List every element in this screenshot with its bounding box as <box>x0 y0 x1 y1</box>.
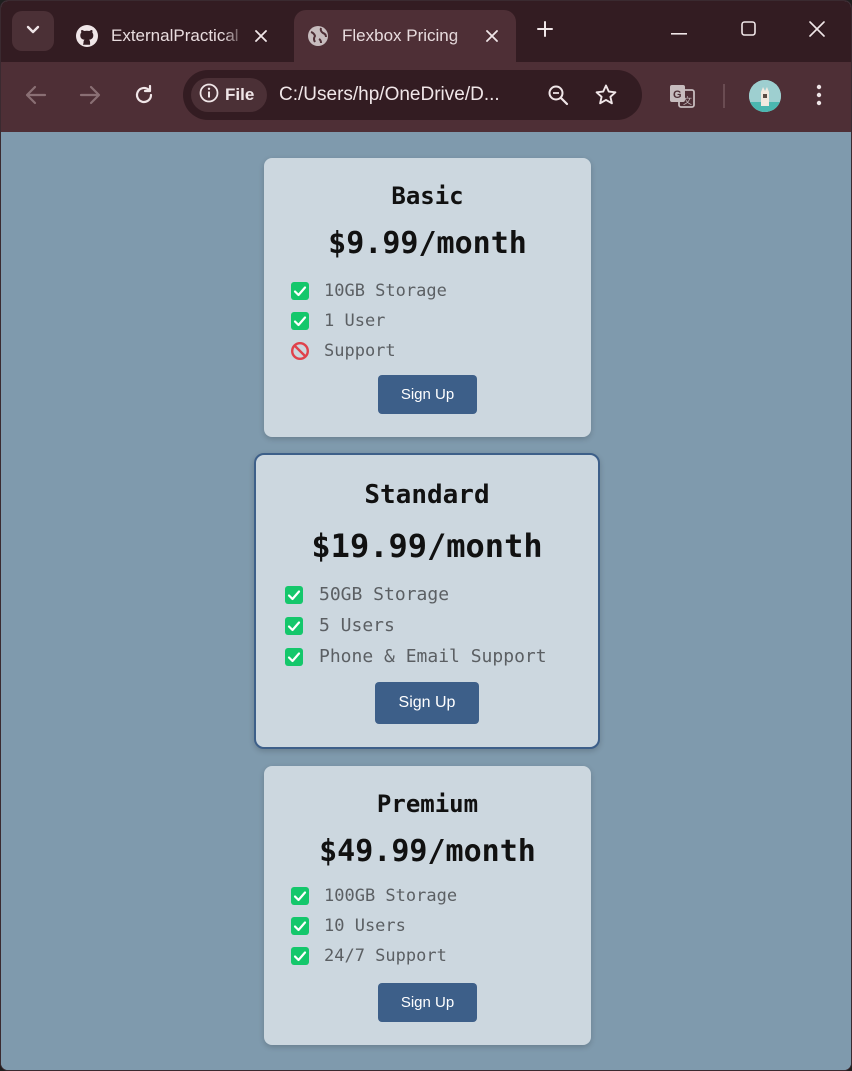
tab-title: Flexbox Pricing <box>342 26 478 46</box>
feature-list: 100GB Storage 10 Users 24/7 Support <box>290 881 457 971</box>
translate-icon: G文 <box>668 81 696 114</box>
minimize-icon <box>671 22 687 40</box>
svg-text:文: 文 <box>683 95 692 107</box>
check-icon <box>284 647 304 667</box>
feature-list: 50GB Storage 5 Users Phone & Email Suppo… <box>284 579 547 672</box>
feature-item: 24/7 Support <box>290 941 457 971</box>
feature-text: 5 Users <box>319 615 395 636</box>
check-icon <box>290 946 310 966</box>
new-tab-button[interactable] <box>531 17 559 45</box>
arrow-left-icon <box>25 85 47 110</box>
check-icon <box>290 281 310 301</box>
reload-icon <box>133 84 155 111</box>
github-icon <box>75 24 99 48</box>
check-icon <box>290 916 310 936</box>
forward-button[interactable] <box>72 79 108 115</box>
plan-price: $19.99/month <box>311 527 543 565</box>
feature-item: 5 Users <box>284 610 547 641</box>
tab-search-button[interactable] <box>12 11 54 51</box>
toolbar-separator <box>723 84 725 108</box>
feature-item: Support <box>290 336 447 366</box>
tab-flexbox-pricing[interactable]: Flexbox Pricing <box>294 10 516 62</box>
menu-button[interactable] <box>801 79 837 115</box>
check-icon <box>284 585 304 605</box>
feature-text: Support <box>324 341 396 361</box>
zoom-icon[interactable] <box>544 81 572 109</box>
arrow-right-icon <box>79 85 101 110</box>
close-tab-icon[interactable] <box>478 22 506 50</box>
browser-toolbar: File C:/Users/hp/OneDrive/D... G文 <box>1 62 851 132</box>
close-window-button[interactable] <box>797 13 837 49</box>
site-info-chip[interactable]: File <box>191 78 267 112</box>
svg-text:G: G <box>673 89 682 101</box>
feature-item: 10GB Storage <box>290 276 447 306</box>
check-icon <box>284 616 304 636</box>
feature-text: 100GB Storage <box>324 886 458 906</box>
chip-label: File <box>225 85 255 104</box>
translate-button[interactable]: G文 <box>664 79 700 115</box>
reload-button[interactable] <box>126 79 162 115</box>
feature-text: 50GB Storage <box>319 584 450 605</box>
url-text[interactable]: C:/Users/hp/OneDrive/D... <box>279 84 529 106</box>
feature-text: 24/7 Support <box>324 946 447 966</box>
tab-strip: ExternalPractical Flexbox Pricing <box>1 1 851 62</box>
feature-text: Phone & Email Support <box>319 646 547 667</box>
pricing-card-basic: Basic $9.99/month 10GB Storage 1 User Su… <box>264 158 591 437</box>
page-viewport: Basic $9.99/month 10GB Storage 1 User Su… <box>1 132 851 1070</box>
plus-icon <box>537 20 553 42</box>
maximize-button[interactable] <box>728 13 768 49</box>
maximize-icon <box>740 21 756 41</box>
feature-item: 50GB Storage <box>284 579 547 610</box>
chevron-down-icon <box>26 22 40 40</box>
back-button[interactable] <box>18 79 54 115</box>
more-vertical-icon <box>816 84 822 111</box>
browser-window: ExternalPractical Flexbox Pricing File C… <box>0 0 852 1071</box>
bookmark-star-icon[interactable] <box>592 81 620 109</box>
tab-title: ExternalPractical <box>111 26 247 46</box>
plan-name: Basic <box>391 182 464 210</box>
feature-item: 1 User <box>290 306 447 336</box>
plan-price: $49.99/month <box>319 834 536 869</box>
close-icon <box>809 20 825 42</box>
info-icon <box>199 83 219 108</box>
sign-up-button[interactable]: Sign Up <box>378 983 477 1022</box>
feature-item: 10 Users <box>290 911 457 941</box>
pricing-card-premium: Premium $49.99/month 100GB Storage 10 Us… <box>264 766 591 1045</box>
feature-item: Phone & Email Support <box>284 641 547 672</box>
plan-price: $9.99/month <box>328 226 527 261</box>
feature-text: 1 User <box>324 311 386 331</box>
feature-text: 10GB Storage <box>324 281 447 301</box>
prohibited-icon <box>290 341 310 361</box>
tab-externalpractical[interactable]: ExternalPractical <box>63 10 285 62</box>
check-icon <box>290 311 310 331</box>
feature-item: 100GB Storage <box>290 881 457 911</box>
globe-icon <box>306 24 330 48</box>
profile-avatar[interactable] <box>749 80 781 112</box>
sign-up-button[interactable]: Sign Up <box>378 375 477 414</box>
plan-name: Standard <box>364 480 490 510</box>
pricing-card-standard: Standard $19.99/month 50GB Storage 5 Use… <box>254 453 600 749</box>
close-tab-icon[interactable] <box>247 22 275 50</box>
address-bar[interactable]: File C:/Users/hp/OneDrive/D... <box>183 70 642 120</box>
minimize-button[interactable] <box>659 13 699 49</box>
check-icon <box>290 886 310 906</box>
feature-list: 10GB Storage 1 User Support <box>290 276 447 366</box>
sign-up-button[interactable]: Sign Up <box>375 682 479 724</box>
plan-name: Premium <box>376 790 479 818</box>
feature-text: 10 Users <box>324 916 406 936</box>
